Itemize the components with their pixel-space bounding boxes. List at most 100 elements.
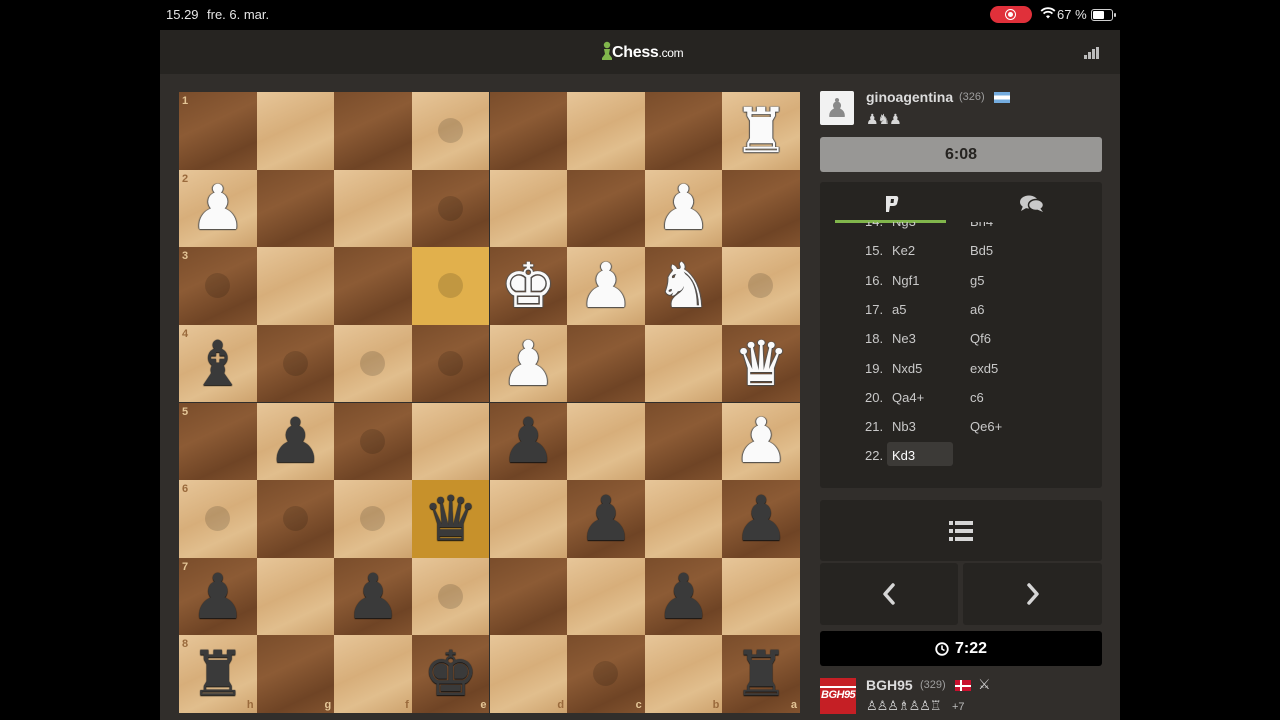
previous-move-button[interactable] — [820, 563, 958, 625]
square-f2[interactable] — [334, 169, 412, 248]
black-piece-h4[interactable]: ♝ — [179, 325, 257, 403]
black-move[interactable]: Bh4 — [970, 222, 993, 229]
square-f8[interactable]: f — [334, 635, 412, 713]
square-e2[interactable] — [411, 169, 490, 248]
pawn-avatar-icon[interactable]: ♟ — [820, 91, 854, 125]
square-h7[interactable]: 7 ♟ — [179, 557, 257, 636]
square-f4[interactable] — [334, 324, 412, 403]
black-piece-a6[interactable]: ♟ — [722, 480, 800, 558]
move-hint-dot[interactable] — [437, 583, 463, 609]
white-piece-d4[interactable]: ♟ — [490, 325, 568, 403]
black-move[interactable]: a6 — [970, 302, 984, 317]
black-move[interactable]: exd5 — [970, 361, 998, 376]
black-piece-c6[interactable]: ♟ — [567, 480, 645, 558]
square-g5[interactable]: ♟ — [256, 402, 335, 481]
screen-recording-indicator[interactable] — [990, 6, 1032, 23]
black-piece-e6[interactable]: ♛ — [412, 480, 490, 558]
square-f3[interactable] — [334, 247, 412, 325]
black-piece-d5[interactable]: ♟ — [490, 403, 568, 481]
white-move[interactable]: Nb3 — [892, 419, 916, 434]
move-hint-dot[interactable] — [282, 350, 308, 376]
square-h8[interactable]: 8 h ♜ — [179, 635, 257, 713]
white-piece-b3[interactable]: ♞ — [645, 247, 723, 325]
white-move[interactable]: Ke2 — [892, 243, 915, 258]
square-g2[interactable] — [256, 169, 335, 248]
square-d3[interactable]: ♚ — [489, 247, 568, 325]
next-move-button[interactable] — [963, 563, 1102, 625]
black-move[interactable]: Bd5 — [970, 243, 993, 258]
square-b1[interactable] — [644, 92, 723, 170]
square-a7[interactable] — [722, 557, 800, 636]
square-b2[interactable]: ♟ — [644, 169, 723, 248]
square-g4[interactable] — [256, 324, 335, 403]
square-g6[interactable] — [256, 480, 335, 558]
square-e7[interactable] — [411, 557, 490, 636]
square-g8[interactable]: g — [256, 635, 335, 713]
chess-board[interactable]: 1 ♜ 2 ♟ ♟ 3 ♚ ♟ ♞ 4 ♝ ♟ ♛ 5 ♟ ♟ ♟ 6 ♛ ♟ ♟ 7 ♟ ♟ ♟ 8 h ♜ g f e ♚ d c b a ♜ — [179, 92, 800, 713]
square-f6[interactable] — [334, 480, 412, 558]
square-c8[interactable]: c — [567, 635, 645, 713]
white-move[interactable]: Qa4+ — [892, 390, 924, 405]
white-move[interactable]: Nxd5 — [892, 361, 922, 376]
move-hint-dot[interactable] — [437, 118, 463, 143]
white-piece-a4[interactable]: ♛ — [722, 325, 800, 403]
move-hint-dot[interactable] — [748, 273, 774, 299]
white-piece-a1[interactable]: ♜ — [722, 92, 800, 170]
square-c1[interactable] — [567, 92, 645, 170]
white-piece-h2[interactable]: ♟ — [179, 170, 257, 248]
square-d1[interactable] — [489, 92, 568, 170]
player-name[interactable]: BGH95 — [866, 677, 913, 693]
white-piece-c3[interactable]: ♟ — [567, 247, 645, 325]
square-g1[interactable] — [256, 92, 335, 170]
square-c5[interactable] — [567, 402, 645, 481]
move-hint-dot[interactable] — [437, 273, 463, 299]
square-e8[interactable]: e ♚ — [411, 635, 490, 713]
square-a2[interactable] — [722, 169, 800, 248]
move-hint-dot[interactable] — [437, 350, 463, 376]
square-f1[interactable] — [334, 92, 412, 170]
move-hint-dot[interactable] — [437, 195, 463, 221]
black-piece-f7[interactable]: ♟ — [334, 558, 412, 636]
square-d4[interactable]: ♟ — [489, 324, 568, 403]
square-c3[interactable]: ♟ — [567, 247, 645, 325]
square-a4[interactable]: ♛ — [722, 324, 800, 403]
square-d6[interactable] — [489, 480, 568, 558]
square-b4[interactable] — [644, 324, 723, 403]
black-move[interactable]: Qf6 — [970, 331, 991, 346]
square-h5[interactable]: 5 — [179, 402, 257, 481]
white-piece-a5[interactable]: ♟ — [722, 403, 800, 481]
square-h3[interactable]: 3 — [179, 247, 257, 325]
square-f7[interactable]: ♟ — [334, 557, 412, 636]
tab-chat[interactable] — [961, 182, 1102, 226]
square-e4[interactable] — [411, 324, 490, 403]
square-g7[interactable] — [256, 557, 335, 636]
square-b6[interactable] — [644, 480, 723, 558]
move-hint-dot[interactable] — [205, 506, 230, 532]
black-piece-e8[interactable]: ♚ — [412, 635, 490, 713]
black-move[interactable]: Qe6+ — [970, 419, 1002, 434]
square-h6[interactable]: 6 — [179, 480, 257, 558]
square-d2[interactable] — [489, 169, 568, 248]
white-move[interactable]: a5 — [892, 302, 906, 317]
white-move[interactable]: Ng3 — [892, 222, 916, 229]
black-piece-h8[interactable]: ♜ — [179, 635, 257, 713]
signal-bars-icon[interactable] — [1084, 47, 1102, 59]
move-hint-dot[interactable] — [593, 661, 619, 687]
square-b3[interactable]: ♞ — [644, 247, 723, 325]
square-d8[interactable]: d — [489, 635, 568, 713]
move-hint-dot[interactable] — [282, 506, 308, 532]
black-move[interactable]: g5 — [970, 273, 984, 288]
square-c2[interactable] — [567, 169, 645, 248]
white-move[interactable]: Ne3 — [892, 331, 916, 346]
move-hint-dot[interactable] — [360, 350, 386, 376]
square-a8[interactable]: a ♜ — [722, 635, 800, 713]
square-b7[interactable]: ♟ — [644, 557, 723, 636]
square-h1[interactable]: 1 — [179, 92, 257, 170]
white-move[interactable]: Ngf1 — [892, 273, 919, 288]
square-a1[interactable]: ♜ — [722, 92, 800, 170]
black-piece-b7[interactable]: ♟ — [645, 558, 723, 636]
square-d5[interactable]: ♟ — [489, 402, 568, 481]
square-a3[interactable] — [722, 247, 800, 325]
square-e1[interactable] — [411, 92, 490, 170]
square-d7[interactable] — [489, 557, 568, 636]
